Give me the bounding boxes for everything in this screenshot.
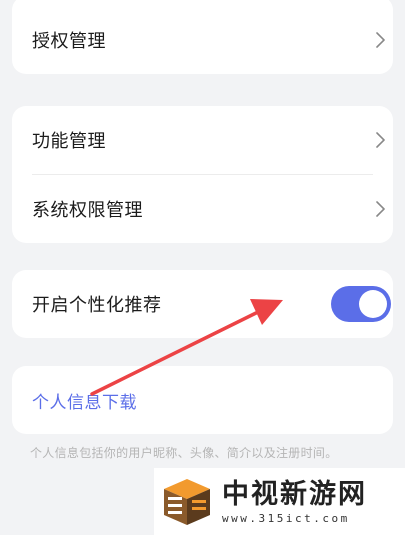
authorization-label: 授权管理 bbox=[32, 31, 106, 52]
site-logo-icon bbox=[164, 478, 210, 525]
personal-info-footnote: 个人信息包括你的用户昵称、头像、简介以及注册时间。 bbox=[30, 446, 338, 460]
personalized-recommendation-toggle[interactable] bbox=[331, 286, 391, 322]
system-permissions-row[interactable]: 系统权限管理 bbox=[12, 175, 393, 243]
site-watermark: 中视新游网 www.315ict.com bbox=[154, 468, 405, 535]
watermark-text: 中视新游网 www.315ict.com bbox=[222, 478, 367, 526]
authorization-row[interactable]: 授权管理 bbox=[12, 0, 393, 74]
chevron-right-icon bbox=[376, 32, 385, 48]
chevron-right-icon bbox=[376, 132, 385, 148]
features-label: 功能管理 bbox=[32, 131, 106, 152]
download-card: 个人信息下载 bbox=[12, 366, 393, 434]
features-row[interactable]: 功能管理 bbox=[12, 106, 393, 174]
personal-info-download-row[interactable]: 个人信息下载 bbox=[12, 366, 393, 434]
toggle-knob bbox=[359, 290, 387, 318]
personal-info-download-link[interactable]: 个人信息下载 bbox=[32, 388, 137, 413]
personalized-recommendation-row: 开启个性化推荐 bbox=[12, 270, 393, 338]
system-permissions-label: 系统权限管理 bbox=[32, 200, 143, 221]
chevron-right-icon bbox=[376, 201, 385, 217]
personalized-recommendation-label: 开启个性化推荐 bbox=[32, 295, 162, 316]
watermark-title: 中视新游网 bbox=[222, 478, 367, 510]
recommendation-card: 开启个性化推荐 bbox=[12, 270, 393, 338]
watermark-url: www.315ict.com bbox=[222, 511, 350, 525]
management-card: 功能管理 系统权限管理 bbox=[12, 106, 393, 243]
authorization-card: 授权管理 bbox=[12, 0, 393, 74]
